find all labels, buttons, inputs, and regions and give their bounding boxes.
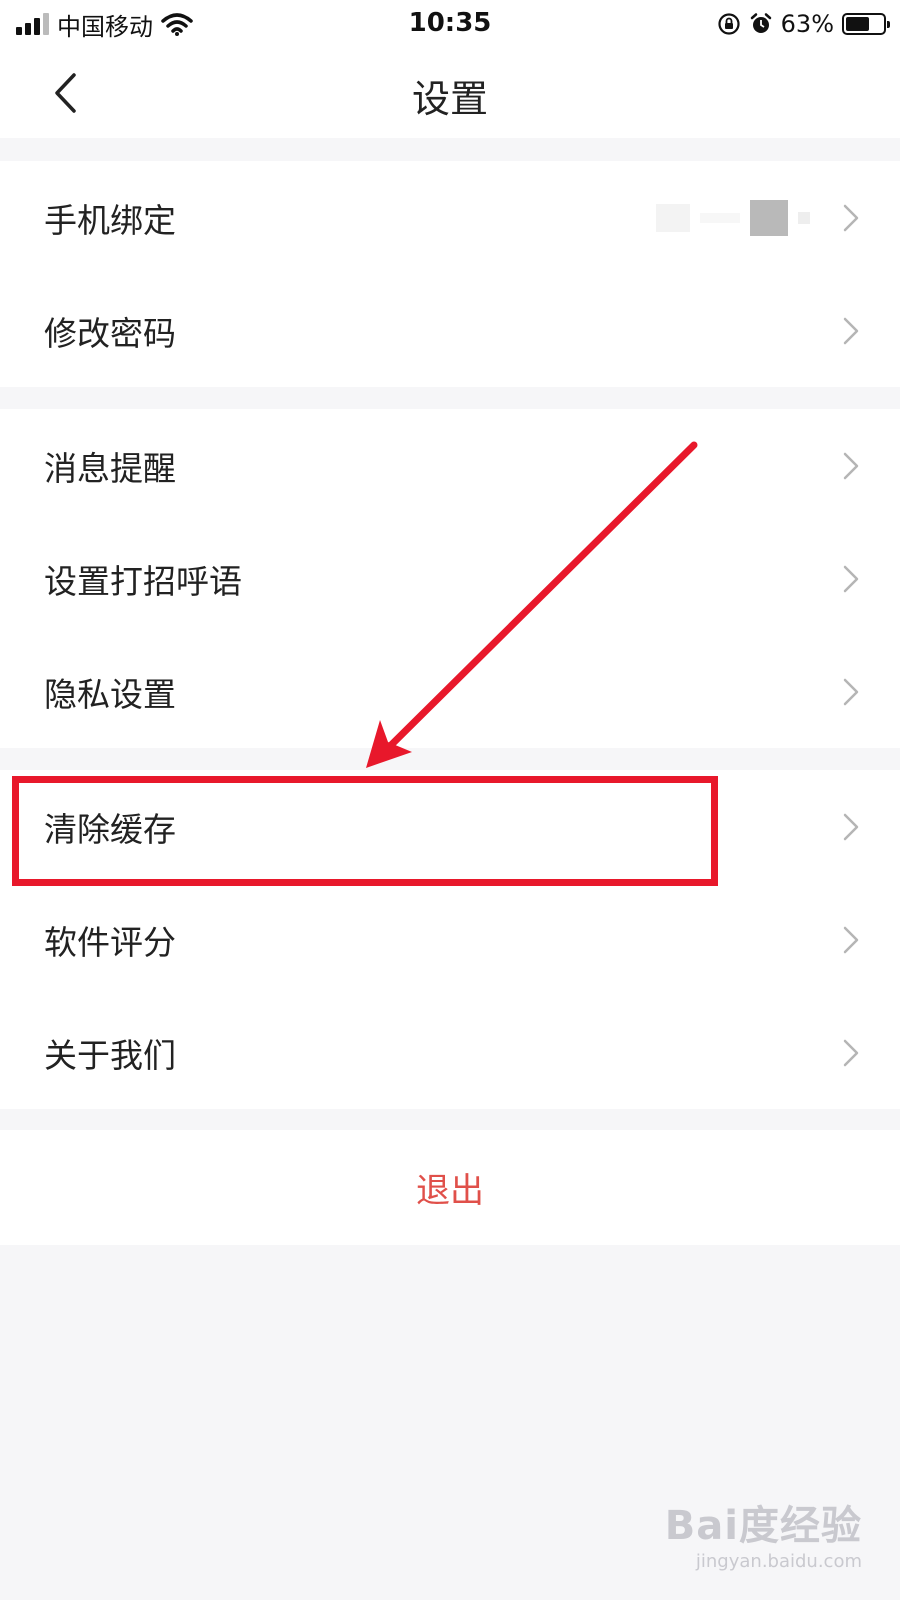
battery-icon — [842, 13, 890, 35]
logout-label: 退出 — [416, 1171, 484, 1211]
alarm-icon — [750, 13, 771, 33]
status-bar: 中国移动 10:35 63% — [0, 0, 900, 48]
watermark-url: jingyan.baidu.com — [695, 1551, 862, 1572]
settings-item-message-reminder[interactable]: 消息提醒 — [0, 409, 900, 522]
settings-item-about-us[interactable]: 关于我们 — [0, 996, 900, 1109]
chevron-right-icon — [843, 1039, 859, 1066]
page-title: 设置 — [411, 77, 488, 121]
settings-group-messages: 消息提醒 设置打招呼语 隐私设置 — [0, 409, 900, 748]
settings-group-app: 清除缓存 软件评分 关于我们 — [0, 770, 900, 1109]
chevron-right-icon — [843, 678, 859, 705]
settings-item-phone-binding[interactable]: 手机绑定 — [0, 161, 900, 274]
rotation-lock-icon — [718, 13, 740, 35]
chevron-right-icon — [843, 926, 859, 953]
settings-item-label: 修改密码 — [44, 313, 176, 353]
settings-item-label: 消息提醒 — [44, 448, 176, 488]
settings-item-label: 软件评分 — [44, 922, 176, 962]
settings-item-greeting[interactable]: 设置打招呼语 — [0, 522, 900, 635]
settings-item-rate-app[interactable]: 软件评分 — [0, 883, 900, 996]
chevron-right-icon — [843, 317, 859, 344]
settings-item-privacy[interactable]: 隐私设置 — [0, 635, 900, 748]
settings-item-clear-cache[interactable]: 清除缓存 — [0, 770, 900, 883]
battery-percent: 63% — [780, 10, 834, 38]
settings-item-label: 清除缓存 — [44, 809, 176, 849]
watermark-logo: Bai度经验 — [664, 1503, 862, 1549]
phone-number-masked — [656, 199, 810, 236]
status-right: 63% — [717, 8, 890, 40]
settings-item-label: 设置打招呼语 — [44, 561, 242, 601]
logout-button[interactable]: 退出 — [0, 1130, 900, 1245]
settings-item-label: 隐私设置 — [44, 674, 176, 714]
chevron-right-icon — [843, 452, 859, 479]
chevron-right-icon — [843, 204, 859, 231]
watermark: Bai度经验 jingyan.baidu.com — [662, 1493, 862, 1572]
settings-item-label: 手机绑定 — [44, 200, 176, 240]
chevron-right-icon — [843, 813, 859, 840]
chevron-right-icon — [843, 565, 859, 592]
settings-group-account: 手机绑定 修改密码 — [0, 161, 900, 387]
settings-item-label: 关于我们 — [44, 1035, 176, 1075]
settings-item-change-password[interactable]: 修改密码 — [0, 274, 900, 387]
nav-bar: 设置 — [0, 48, 900, 138]
